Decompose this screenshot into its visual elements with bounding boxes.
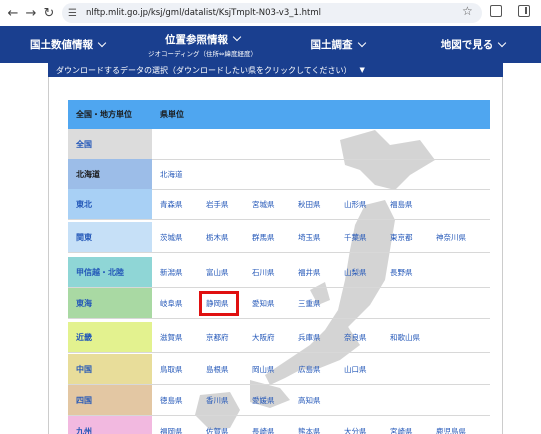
column-header-prefecture: 県単位 bbox=[160, 110, 184, 119]
region-link[interactable]: 九州 bbox=[68, 416, 152, 434]
prefecture-link[interactable]: 長野県 bbox=[390, 257, 413, 287]
side-panel-icon[interactable] bbox=[518, 5, 530, 17]
page: ← → ↻ ☰ nlftp.mlit.go.jp/ksj/gml/datalis… bbox=[0, 0, 541, 434]
chevron-down-icon bbox=[498, 38, 507, 47]
prefecture-link[interactable]: 岩手県 bbox=[206, 189, 229, 219]
region-row: 甲信越・北陸 新潟県 富山県 石川県 福井県 山梨県 長野県 bbox=[68, 257, 490, 288]
prefecture-link[interactable]: 京都府 bbox=[206, 322, 229, 352]
region-row: 九州 福岡県 佐賀県 長崎県 熊本県 大分県 宮崎県 鹿児島県 bbox=[68, 416, 490, 434]
prefecture-link[interactable]: 新潟県 bbox=[160, 257, 183, 287]
prefecture-link[interactable]: 青森県 bbox=[160, 189, 183, 219]
region-link[interactable]: 甲信越・北陸 bbox=[68, 257, 152, 287]
prefecture-link[interactable]: 富山県 bbox=[206, 257, 229, 287]
region-link[interactable]: 四国 bbox=[68, 385, 152, 415]
nav-item-ichi-sansho[interactable]: 位置参照情報 ジオコーディング（住所⇔緯度経度） bbox=[135, 26, 270, 63]
nav-item-label: 国土調査 bbox=[310, 39, 353, 51]
prefecture-link[interactable]: 大分県 bbox=[344, 416, 367, 434]
prefecture-link[interactable]: 岡山県 bbox=[252, 354, 275, 384]
site-nav: 国土数値情報 位置参照情報 ジオコーディング（住所⇔緯度経度） 国土調査 地図で… bbox=[0, 26, 541, 63]
highlight-annotation-box bbox=[199, 291, 239, 316]
region-row: 全国 bbox=[68, 129, 490, 160]
prefecture-link[interactable]: 三重県 bbox=[298, 288, 321, 318]
region-link[interactable]: 近畿 bbox=[68, 322, 152, 352]
prefecture-link[interactable]: 山梨県 bbox=[344, 257, 367, 287]
chevron-down-icon bbox=[232, 32, 242, 42]
forward-arrow-icon[interactable]: → bbox=[22, 4, 40, 22]
prefecture-link[interactable]: 秋田県 bbox=[298, 189, 321, 219]
nav-item-label: 位置参照情報 bbox=[165, 33, 228, 46]
prefecture-link[interactable]: 宮城県 bbox=[252, 189, 275, 219]
prefecture-link[interactable]: 山口県 bbox=[344, 354, 367, 384]
region-link[interactable]: 関東 bbox=[68, 222, 152, 252]
extensions-icon[interactable] bbox=[490, 5, 502, 17]
region-link[interactable]: 東海 bbox=[68, 288, 152, 318]
prefecture-link[interactable]: 群馬県 bbox=[252, 222, 275, 252]
caret-down-icon: ▼ bbox=[359, 66, 365, 74]
prefecture-link[interactable]: 鹿児島県 bbox=[436, 416, 466, 434]
prefecture-link[interactable]: 千葉県 bbox=[344, 222, 367, 252]
address-bar[interactable]: ☰ nlftp.mlit.go.jp/ksj/gml/datalist/KsjT… bbox=[62, 3, 482, 23]
region-row: 中国 鳥取県 島根県 岡山県 広島県 山口県 bbox=[68, 354, 490, 385]
nav-item-label: 地図で見る bbox=[440, 39, 494, 51]
chevron-down-icon bbox=[357, 38, 366, 47]
bookmark-star-icon[interactable]: ☆ bbox=[462, 4, 473, 18]
region-link[interactable]: 東北 bbox=[68, 189, 152, 219]
browser-toolbar: ← → ↻ ☰ nlftp.mlit.go.jp/ksj/gml/datalis… bbox=[0, 0, 541, 26]
region-row: 東海 岐阜県 静岡県 愛知県 三重県 bbox=[68, 288, 490, 319]
page-info-icon[interactable]: ☰ bbox=[68, 8, 84, 19]
nav-item-sublabel: ジオコーディング（住所⇔緯度経度） bbox=[148, 49, 257, 58]
prefecture-link[interactable]: 岐阜県 bbox=[160, 288, 183, 318]
prefecture-link[interactable]: 香川県 bbox=[206, 385, 229, 415]
prefecture-link[interactable]: 東京都 bbox=[390, 222, 413, 252]
prefecture-link[interactable]: 高知県 bbox=[298, 385, 321, 415]
prefecture-link[interactable]: 神奈川県 bbox=[436, 222, 466, 252]
prefecture-link[interactable]: 大阪府 bbox=[252, 322, 275, 352]
region-row: 北海道 北海道 bbox=[68, 159, 490, 190]
prefecture-link[interactable]: 島根県 bbox=[206, 354, 229, 384]
table-header-row: 全国・地方単位 県単位 bbox=[68, 100, 490, 129]
chevron-down-icon bbox=[97, 38, 107, 47]
region-link[interactable]: 全国 bbox=[68, 129, 152, 159]
dropdown-label: ダウンロードするデータの選択（ダウンロードしたい県をクリックしてください） bbox=[56, 65, 352, 75]
prefecture-link[interactable]: 和歌山県 bbox=[390, 322, 420, 352]
prefecture-link[interactable]: 山形県 bbox=[344, 189, 367, 219]
prefecture-link[interactable]: 愛知県 bbox=[252, 288, 275, 318]
prefecture-link[interactable]: 愛媛県 bbox=[252, 385, 275, 415]
prefecture-link[interactable]: 兵庫県 bbox=[298, 322, 321, 352]
nav-item-kokudo-suchi[interactable]: 国土数値情報 bbox=[0, 26, 135, 63]
region-row: 関東 茨城県 栃木県 群馬県 埼玉県 千葉県 東京都 神奈川県 bbox=[68, 222, 490, 253]
region-row: 東北 青森県 岩手県 宮城県 秋田県 山形県 福島県 bbox=[68, 189, 490, 220]
prefecture-link[interactable]: 埼玉県 bbox=[298, 222, 321, 252]
region-row: 四国 徳島県 香川県 愛媛県 高知県 bbox=[68, 385, 490, 416]
region-link[interactable]: 北海道 bbox=[68, 159, 152, 189]
prefecture-link[interactable]: 鳥取県 bbox=[160, 354, 183, 384]
prefecture-link[interactable]: 茨城県 bbox=[160, 222, 183, 252]
data-selection-dropdown[interactable]: ダウンロードするデータの選択（ダウンロードしたい県をクリックしてください） ▼ bbox=[48, 63, 503, 77]
prefecture-link[interactable]: 宮崎県 bbox=[390, 416, 413, 434]
prefecture-link[interactable]: 奈良県 bbox=[344, 322, 367, 352]
region-link[interactable]: 中国 bbox=[68, 354, 152, 384]
nav-item-kokudo-chosa[interactable]: 国土調査 bbox=[270, 26, 405, 63]
prefecture-link[interactable]: 北海道 bbox=[160, 159, 183, 189]
prefecture-link[interactable]: 滋賀県 bbox=[160, 322, 183, 352]
prefecture-link[interactable]: 福島県 bbox=[390, 189, 413, 219]
prefecture-link[interactable]: 長崎県 bbox=[252, 416, 275, 434]
address-url[interactable]: nlftp.mlit.go.jp/ksj/gml/datalist/KsjTmp… bbox=[86, 8, 321, 18]
prefecture-link[interactable]: 福井県 bbox=[298, 257, 321, 287]
prefecture-link[interactable]: 福岡県 bbox=[160, 416, 183, 434]
prefecture-link[interactable]: 石川県 bbox=[252, 257, 275, 287]
nav-item-chizu[interactable]: 地図で見る bbox=[405, 26, 541, 63]
prefecture-link[interactable]: 熊本県 bbox=[298, 416, 321, 434]
region-row: 近畿 滋賀県 京都府 大阪府 兵庫県 奈良県 和歌山県 bbox=[68, 322, 490, 353]
column-header-region: 全国・地方単位 bbox=[76, 110, 132, 119]
reload-icon[interactable]: ↻ bbox=[40, 4, 58, 22]
back-arrow-icon[interactable]: ← bbox=[4, 4, 22, 22]
prefecture-link[interactable]: 徳島県 bbox=[160, 385, 183, 415]
prefecture-link[interactable]: 栃木県 bbox=[206, 222, 229, 252]
nav-item-label: 国土数値情報 bbox=[30, 39, 93, 51]
prefecture-link[interactable]: 広島県 bbox=[298, 354, 321, 384]
prefecture-link[interactable]: 佐賀県 bbox=[206, 416, 229, 434]
